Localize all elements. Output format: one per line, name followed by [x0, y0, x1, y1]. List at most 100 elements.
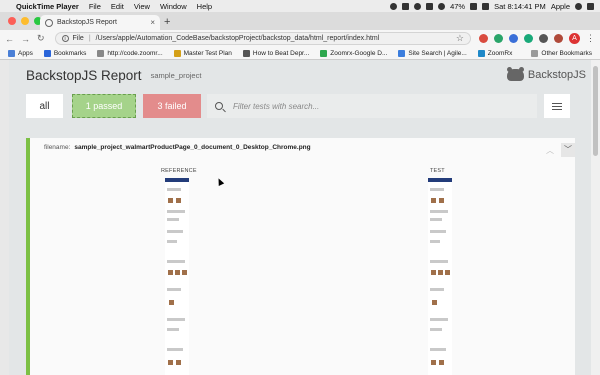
- thumb-image: [169, 300, 174, 305]
- bookmark-star-icon[interactable]: ☆: [456, 33, 464, 44]
- scrollbar-thumb[interactable]: [593, 66, 598, 156]
- sliders-icon: [552, 108, 562, 110]
- tab-backstop-report[interactable]: BackstopJS Report ×: [40, 15, 160, 30]
- thumb-image: [432, 300, 437, 305]
- thumb-line: [430, 230, 446, 233]
- bookmark-label: Site Search | Agile...: [408, 49, 467, 57]
- menu-help[interactable]: Help: [197, 2, 212, 11]
- wifi-icon[interactable]: [438, 2, 446, 10]
- settings-sliders-button[interactable]: [544, 94, 570, 118]
- bookmark-zoomrx-google[interactable]: Zoomrx-Google D...: [320, 49, 387, 57]
- test-screenshot[interactable]: [428, 178, 452, 375]
- chevron-down-icon[interactable]: ﹀: [561, 143, 575, 157]
- thumb-image: [182, 270, 187, 275]
- thumb-image: [168, 198, 173, 203]
- thumb-line: [167, 188, 181, 191]
- close-tab-icon[interactable]: ×: [150, 18, 155, 27]
- star-icon: [43, 49, 51, 57]
- browser-toolbar: ← → ↻ i File | /Users/apple/Automation_C…: [0, 30, 600, 47]
- bookmark-label: ZoomRx: [487, 49, 513, 57]
- thumb-line: [430, 348, 446, 351]
- search-icon: [215, 102, 223, 110]
- bookmark-other[interactable]: Other Bookmarks: [531, 49, 592, 57]
- sliders-icon: [552, 102, 562, 104]
- close-window-button[interactable]: [8, 17, 16, 25]
- filename-value: sample_project_walmartProductPage_0_docu…: [74, 144, 311, 151]
- menubar-clock[interactable]: Sat 8:14:41 PM: [494, 2, 546, 11]
- zoomrx-icon: [477, 49, 485, 57]
- page-scrollbar[interactable]: [591, 60, 600, 375]
- folder-icon: [531, 49, 539, 57]
- minimize-window-button[interactable]: [21, 17, 29, 25]
- filter-passed-button[interactable]: 1 passed: [72, 94, 136, 118]
- backstop-logo: BackstopJS: [506, 67, 586, 81]
- bookmark-how-to-beat[interactable]: How to Beat Depr...: [242, 49, 309, 57]
- menu-file[interactable]: File: [89, 2, 101, 11]
- bluetooth-icon[interactable]: [426, 2, 434, 10]
- back-arrow-icon[interactable]: ←: [5, 34, 14, 44]
- thumb-line: [430, 210, 448, 213]
- bookmark-code-zoomrx[interactable]: http://code.zoomr...: [97, 49, 163, 57]
- thumb-image: [168, 270, 173, 275]
- sliders-icon: [552, 105, 562, 107]
- thumb-line: [430, 188, 444, 191]
- extension-red-icon[interactable]: [479, 34, 488, 43]
- bookmark-master-test-plan[interactable]: Master Test Plan: [173, 49, 232, 57]
- dropbox-icon[interactable]: [402, 2, 410, 10]
- bookmark-apps[interactable]: Apps: [8, 49, 33, 57]
- reference-column-title: REFERENCE: [161, 168, 197, 174]
- thumb-image: [439, 198, 444, 203]
- reference-screenshot[interactable]: [165, 178, 189, 375]
- thumb-line: [167, 348, 183, 351]
- search-input[interactable]: Filter tests with search...: [207, 94, 537, 118]
- battery-icon[interactable]: [470, 2, 478, 10]
- filter-all-button[interactable]: all: [26, 94, 63, 118]
- thumb-line: [167, 210, 185, 213]
- thumb-line: [167, 288, 181, 291]
- page-icon: [242, 49, 250, 57]
- thumb-image: [439, 360, 444, 365]
- extension-gray-icon[interactable]: [539, 34, 548, 43]
- filename-label: filename:: [44, 144, 71, 151]
- flag-icon[interactable]: [482, 2, 490, 10]
- extension-teal-icon[interactable]: [524, 34, 533, 43]
- browser-menu-icon[interactable]: ⋮: [586, 33, 595, 44]
- extension-blue-icon[interactable]: [509, 34, 518, 43]
- menu-edit[interactable]: Edit: [111, 2, 124, 11]
- info-icon[interactable]: i: [61, 35, 69, 42]
- filter-failed-button[interactable]: 3 failed: [143, 94, 201, 118]
- filter-bar: all 1 passed 3 failed Filter tests with …: [26, 94, 573, 118]
- extension-brown-icon[interactable]: [554, 34, 563, 43]
- thumb-line: [167, 240, 177, 243]
- battery-percent[interactable]: 47%: [450, 2, 465, 11]
- clock-icon[interactable]: [414, 2, 422, 10]
- app-menu-quicktime[interactable]: QuickTime Player: [16, 2, 79, 11]
- address-bar[interactable]: i File | /Users/apple/Automation_CodeBas…: [54, 32, 471, 45]
- report-title: BackstopJS Report: [26, 67, 142, 83]
- thumb-image: [176, 198, 181, 203]
- spotlight-icon[interactable]: [575, 2, 582, 10]
- notification-center-icon[interactable]: [587, 2, 594, 10]
- menu-window[interactable]: Window: [160, 2, 187, 11]
- bookmark-label: Bookmarks: [53, 49, 87, 57]
- skype-status-icon[interactable]: [390, 2, 398, 10]
- chevron-up-icon[interactable]: ︿: [544, 145, 556, 157]
- bookmark-bookmarks[interactable]: Bookmarks: [43, 49, 87, 57]
- report-page: BackstopJS Report sample_project Backsto…: [9, 60, 591, 375]
- url-text[interactable]: /Users/apple/Automation_CodeBase/backsto…: [96, 35, 380, 42]
- search-placeholder: Filter tests with search...: [233, 101, 320, 111]
- reload-icon[interactable]: ↻: [37, 33, 45, 44]
- extension-green-icon[interactable]: [494, 34, 503, 43]
- new-tab-button[interactable]: +: [164, 16, 170, 28]
- menubar-user[interactable]: Apple: [551, 2, 570, 11]
- bookmark-site-search[interactable]: Site Search | Agile...: [398, 49, 467, 57]
- menu-view[interactable]: View: [134, 2, 150, 11]
- extensions-area: A: [479, 33, 580, 44]
- thumb-image: [438, 270, 443, 275]
- bookmark-zoomrx[interactable]: ZoomRx: [477, 49, 513, 57]
- thumb-header: [165, 178, 189, 182]
- forward-arrow-icon[interactable]: →: [21, 34, 30, 44]
- thumb-image: [175, 270, 180, 275]
- profile-avatar[interactable]: A: [569, 33, 580, 44]
- browser-tab-strip: BackstopJS Report × +: [0, 12, 600, 30]
